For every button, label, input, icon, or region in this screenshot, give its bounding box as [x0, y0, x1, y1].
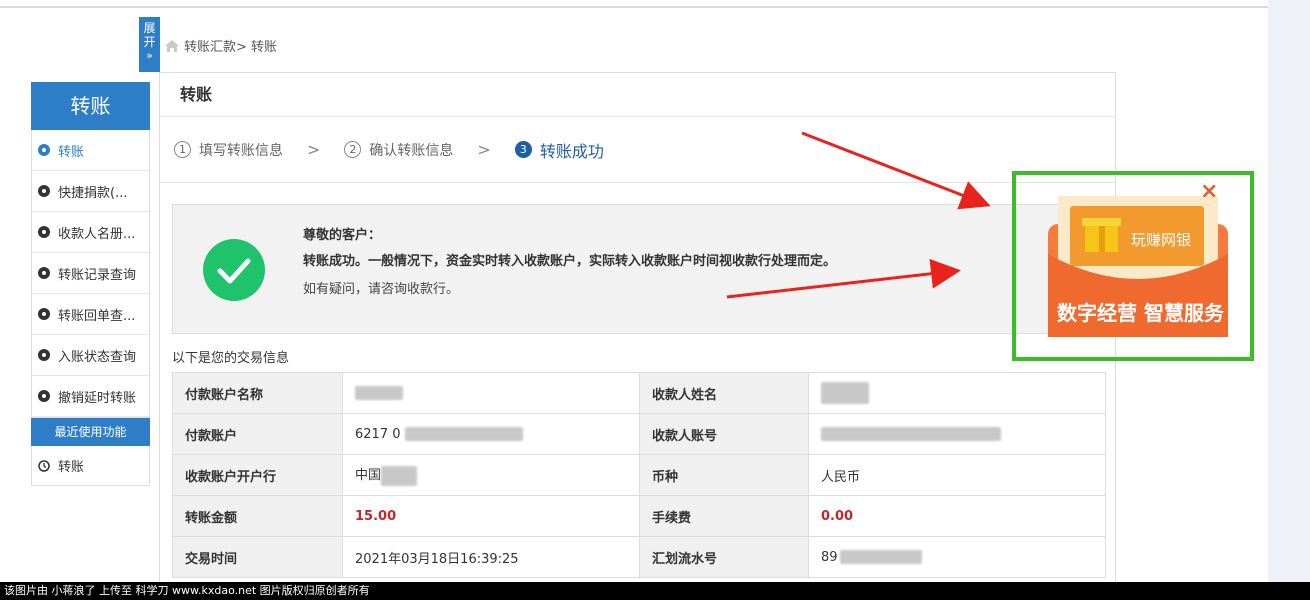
close-icon[interactable]: ×	[1200, 181, 1218, 203]
annotation-arrow-lower	[726, 258, 961, 299]
watermark-footer: 该图片由 小蒋浪了 上传至 科学刀 www.kxdao.net 图片版权归原创者…	[0, 582, 1310, 600]
ad-headline[interactable]: 数字经营 智慧服务	[1057, 297, 1224, 326]
ad-small-text: 玩赚网银	[1131, 231, 1192, 249]
annotation-arrow-upper	[801, 131, 991, 210]
